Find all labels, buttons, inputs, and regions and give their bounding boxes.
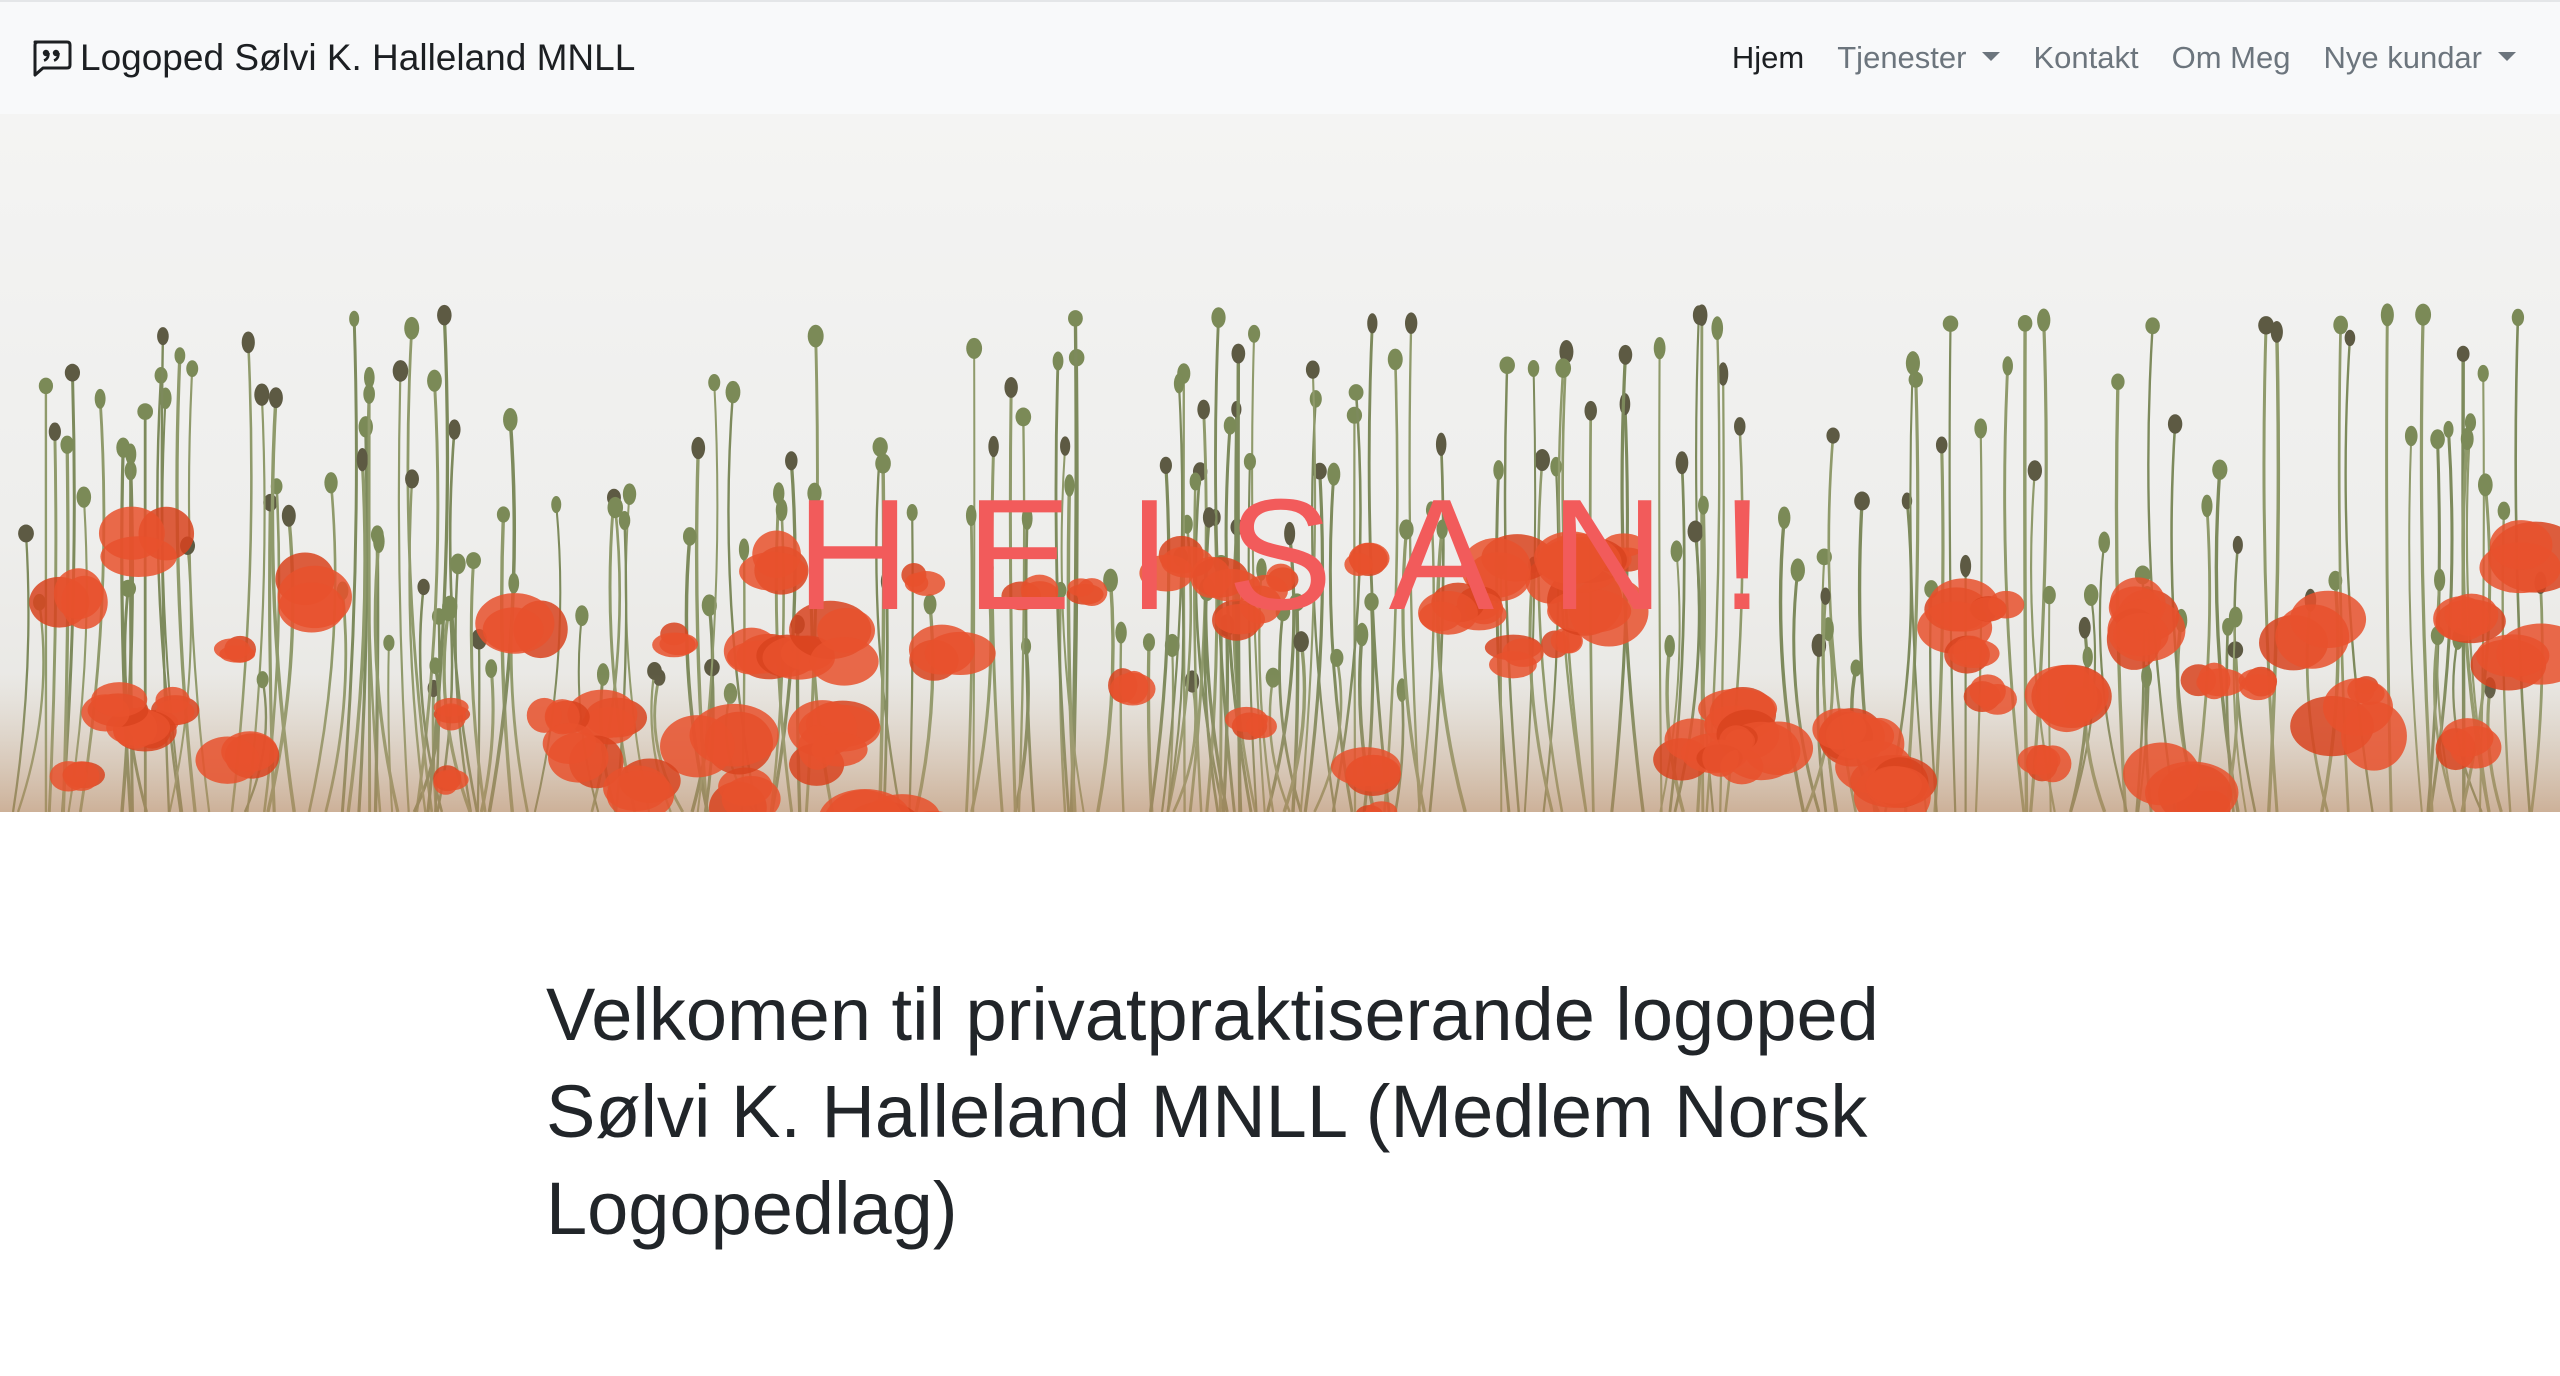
hero-banner: HEISAN! bbox=[0, 114, 2560, 812]
hero-title: HEISAN! bbox=[795, 467, 1821, 643]
caret-down-icon bbox=[1982, 51, 2001, 61]
nav-item-om-meg[interactable]: Om Meg bbox=[2172, 40, 2291, 76]
brand-link[interactable]: Logoped Sølvi K. Halleland MNLL bbox=[30, 37, 635, 79]
chat-quote-icon bbox=[30, 39, 72, 77]
nav-item-label: Om Meg bbox=[2171, 40, 2291, 75]
nav-item-kontakt[interactable]: Kontakt bbox=[2033, 40, 2138, 76]
brand-text: Logoped Sølvi K. Halleland MNLL bbox=[80, 37, 636, 78]
nav-item-label: Nye kundar bbox=[2323, 40, 2482, 75]
nav-item-nye-kundar[interactable]: Nye kundar bbox=[2323, 40, 2516, 76]
nav-item-label: Tjenester bbox=[1837, 40, 1967, 75]
nav-item-label: Kontakt bbox=[2033, 40, 2139, 75]
nav-item-label: Hjem bbox=[1731, 40, 1805, 75]
nav-item-hjem[interactable]: Hjem bbox=[1732, 40, 1804, 76]
poppy-field-image bbox=[0, 114, 2560, 812]
welcome-heading: Velkomen til privatpraktiserande logoped… bbox=[546, 973, 1879, 1250]
nav-item-tjenester[interactable]: Tjenester bbox=[1837, 40, 2001, 76]
navbar: Logoped Sølvi K. Halleland MNLL Hjem Tje… bbox=[0, 0, 2560, 114]
caret-down-icon bbox=[2498, 51, 2516, 61]
nav-menu: Hjem Tjenester Kontakt Om Meg Nye kundar bbox=[1699, 40, 2516, 76]
